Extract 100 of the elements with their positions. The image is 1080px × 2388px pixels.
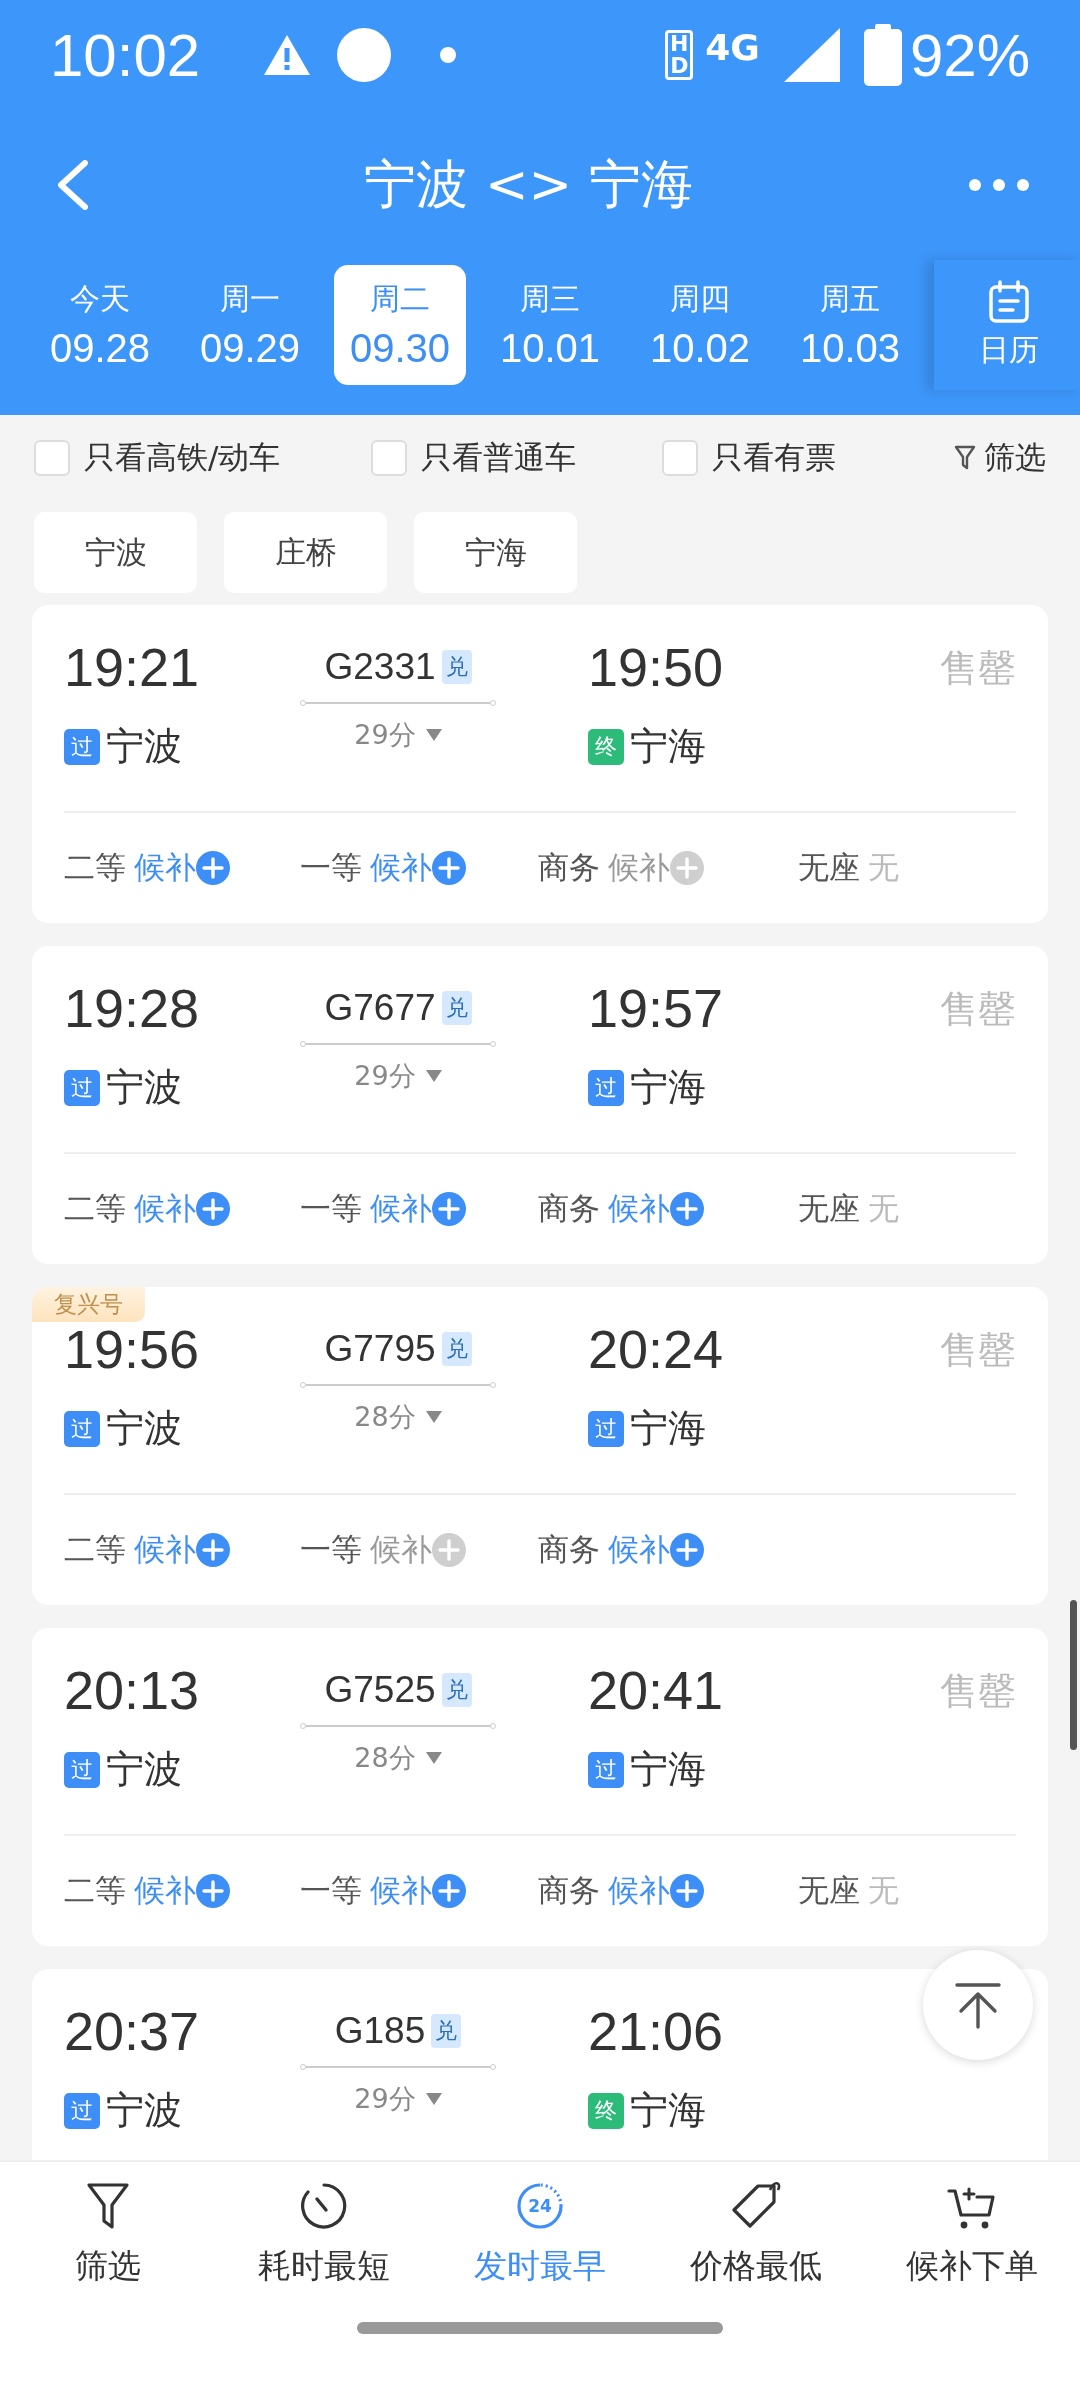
- arrival-station: 宁海: [630, 1405, 706, 1452]
- dropdown-icon[interactable]: [425, 1752, 442, 1764]
- waitlist-button[interactable]: 候补: [608, 1870, 704, 1912]
- exchange-tag: 兑: [441, 991, 472, 1025]
- exchange-tag: 兑: [431, 2014, 462, 2048]
- departure-station: 宁波: [106, 723, 182, 770]
- train-card[interactable]: 19:28 过 宁波 G7677 兑 29分 19:57 过 宁海 售罄 二等 候补 一等 候补 商务 候补 无座 无: [32, 946, 1048, 1264]
- train-type-badge: 复兴号: [32, 1287, 145, 1322]
- station-chip[interactable]: 宁海: [414, 512, 577, 593]
- waitlist-button[interactable]: 候补: [608, 1529, 704, 1571]
- calendar-button[interactable]: 日历: [934, 260, 1080, 390]
- waitlist-button[interactable]: 候补: [370, 1188, 466, 1230]
- date-tab[interactable]: 周五 10.03: [784, 265, 916, 385]
- waitlist-button[interactable]: 候补: [134, 1529, 230, 1571]
- station-tag: 过: [64, 728, 100, 765]
- plus-icon: [670, 1874, 704, 1908]
- date-tab[interactable]: 今天 09.28: [34, 265, 166, 385]
- duration: 28分: [354, 1741, 416, 1775]
- bottom-nav-tab[interactable]: 候补下单: [864, 2162, 1080, 2312]
- station-chip[interactable]: 宁波: [34, 512, 197, 593]
- waitlist-button[interactable]: 候补: [608, 847, 704, 889]
- seat-class: 二等: [64, 1871, 126, 1910]
- waitlist-button[interactable]: 候补: [370, 847, 466, 889]
- funnel-icon: [954, 444, 976, 471]
- waitlist-button[interactable]: 候补: [134, 1870, 230, 1912]
- dropdown-icon[interactable]: [425, 729, 442, 741]
- waitlist-button[interactable]: 候补: [134, 847, 230, 889]
- sold-out-label: 售罄: [940, 1668, 1016, 1715]
- departure-time: 20:37: [64, 2000, 201, 2063]
- bottom-nav-tab[interactable]: 24 发时最早: [432, 2162, 648, 2312]
- departure-station: 宁波: [106, 1746, 182, 1793]
- seat-class: 二等: [64, 1530, 126, 1569]
- train-number: G185: [334, 2010, 426, 2052]
- station-tag: 过: [64, 1410, 100, 1447]
- seat-class: 商务: [538, 1530, 600, 1569]
- seat-class: 二等: [64, 848, 126, 887]
- arrival-station: 宁海: [630, 2087, 706, 2134]
- plus-icon: [432, 1533, 466, 1567]
- exchange-tag: 兑: [441, 650, 472, 684]
- station-chip[interactable]: 庄桥: [224, 512, 387, 593]
- seat-availability: 无: [868, 1189, 899, 1228]
- filter-checkbox[interactable]: 只看高铁/动车: [34, 436, 371, 479]
- filter-checkbox[interactable]: 只看有票: [662, 436, 836, 479]
- bottom-nav-tab[interactable]: 价格最低: [648, 2162, 864, 2312]
- circle-icon: [336, 27, 393, 83]
- date-tab[interactable]: 周三 10.01: [484, 265, 616, 385]
- train-card[interactable]: 复兴号 19:56 过 宁波 G7795 兑 28分 20:24 过 宁海 售罄 二等 候补 一等 候补 商务 候补: [32, 1287, 1048, 1605]
- waitlist-button[interactable]: 候补: [370, 1870, 466, 1912]
- duration: 29分: [354, 718, 416, 752]
- train-card[interactable]: 20:13 过 宁波 G7525 兑 28分 20:41 过 宁海 售罄 二等 候补 一等 候补 商务 候补 无座 无: [32, 1628, 1048, 1946]
- more-icon[interactable]: [968, 178, 1030, 192]
- exchange-tag: 兑: [441, 1673, 472, 1707]
- exchange-tag: 兑: [441, 1332, 472, 1366]
- station-tag: 过: [64, 1069, 100, 1106]
- train-card[interactable]: 19:21 过 宁波 G2331 兑 29分 19:50 终 宁海 售罄 二等 候补 一等 候补 商务 候补 无座 无: [32, 605, 1048, 923]
- filter-button[interactable]: 筛选: [954, 436, 1046, 479]
- battery-level: 92%: [909, 20, 1030, 90]
- dropdown-icon[interactable]: [425, 2093, 442, 2105]
- dropdown-icon[interactable]: [425, 1070, 442, 1082]
- arrival-time: 19:57: [588, 977, 724, 1040]
- station-tag: 过: [588, 1410, 624, 1447]
- seat-class: 一等: [300, 1871, 362, 1910]
- date-tab[interactable]: 周四 10.02: [634, 265, 766, 385]
- arrival-time: 20:24: [588, 1318, 724, 1381]
- seat-class: 无座: [798, 1189, 860, 1228]
- station-tag: 过: [64, 1751, 100, 1788]
- waitlist-button[interactable]: 候补: [608, 1188, 704, 1230]
- bottom-nav-tab[interactable]: 耗时最短: [216, 2162, 432, 2312]
- dropdown-icon[interactable]: [425, 1411, 442, 1423]
- train-card[interactable]: 20:37 过 宁波 G185 兑 29分 21:06 终 宁海: [32, 1969, 1048, 2160]
- bottom-nav-tab[interactable]: 筛选: [0, 2162, 216, 2312]
- waitlist-button[interactable]: 候补: [134, 1188, 230, 1230]
- dot-icon: [440, 47, 457, 63]
- date-tab[interactable]: 周二 09.30: [334, 265, 466, 385]
- waitlist-button[interactable]: 候补: [370, 1529, 466, 1571]
- status-time: 10:02: [50, 20, 201, 90]
- arrival-station: 宁海: [630, 723, 706, 770]
- departure-time: 20:13: [64, 1659, 201, 1722]
- filter-checkbox[interactable]: 只看普通车: [371, 436, 662, 479]
- plus-icon: [196, 1533, 230, 1567]
- seat-class: 一等: [300, 848, 362, 887]
- seat-class: 一等: [300, 1189, 362, 1228]
- station-tag: 过: [64, 2092, 100, 2129]
- battery-icon: [863, 24, 902, 86]
- duration: 29分: [354, 1059, 416, 1093]
- train-number: G7677: [324, 987, 436, 1029]
- train-number: G7795: [324, 1328, 436, 1370]
- plus-icon: [196, 1192, 230, 1226]
- back-icon[interactable]: [55, 160, 89, 210]
- arrow-up-icon: [953, 1980, 1003, 2030]
- departure-station: 宁波: [106, 1064, 182, 1111]
- date-tab[interactable]: 周一 09.29: [184, 265, 316, 385]
- station-tag: 终: [588, 2092, 624, 2129]
- duration: 29分: [354, 2082, 416, 2116]
- signal-icon: [783, 28, 840, 82]
- plus-icon: [670, 851, 704, 885]
- hd-indicator: HD: [665, 30, 694, 80]
- warning-icon: [262, 33, 313, 77]
- sold-out-label: 售罄: [940, 1327, 1016, 1374]
- arrival-time: 20:41: [588, 1659, 724, 1722]
